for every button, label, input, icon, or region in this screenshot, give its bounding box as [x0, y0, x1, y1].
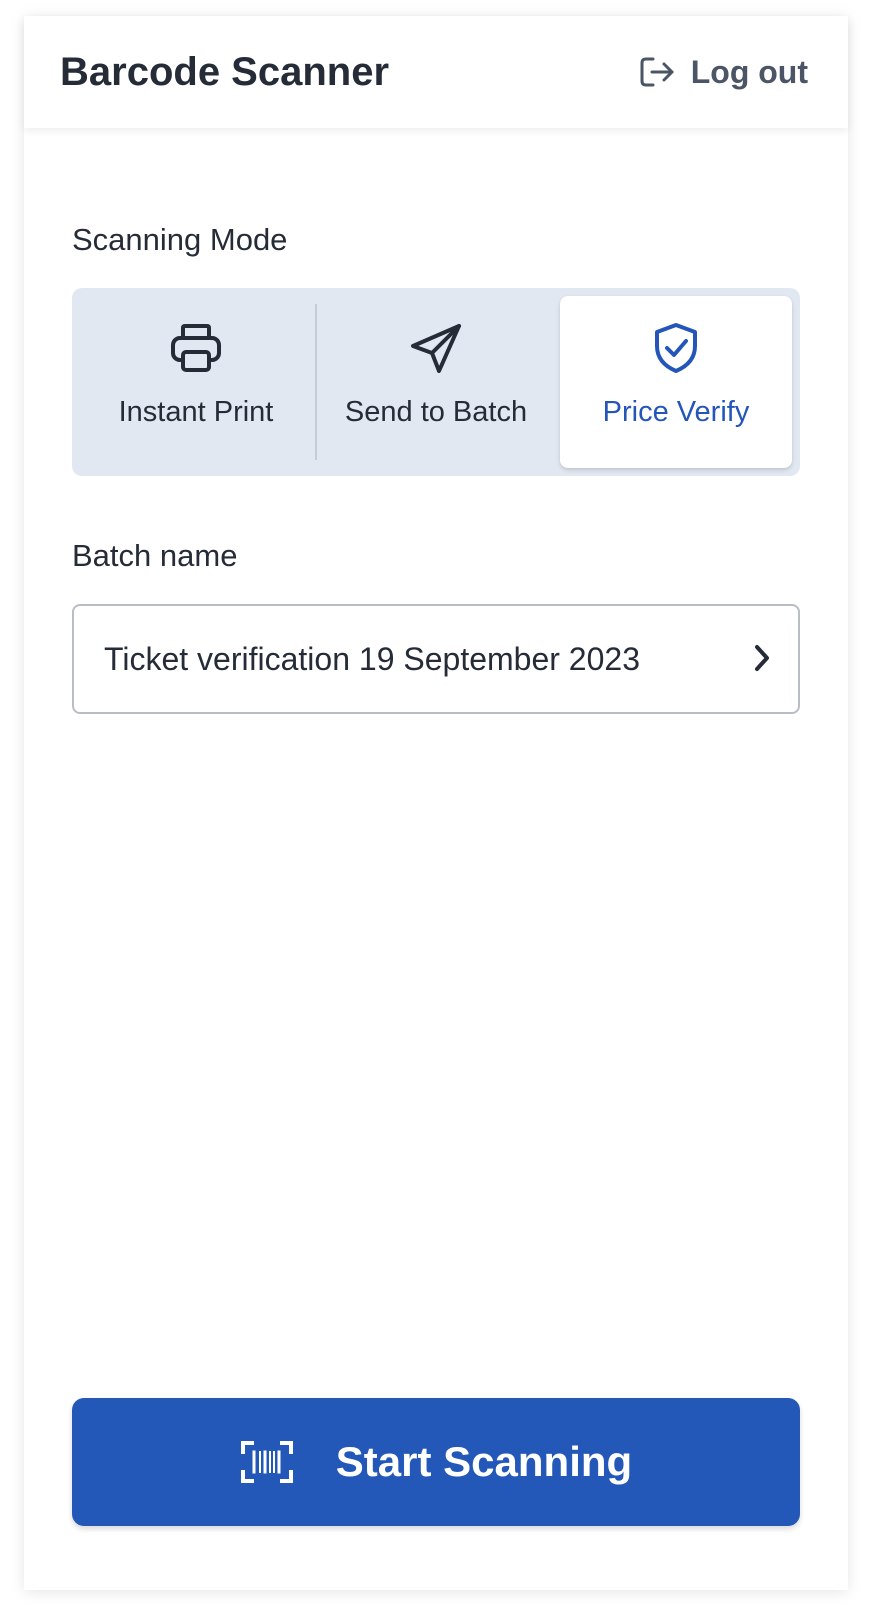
start-scanning-label: Start Scanning: [335, 1438, 633, 1485]
logout-arrow-icon: [640, 57, 674, 87]
printer-icon: [171, 324, 221, 372]
chevron-right-icon: [755, 645, 769, 671]
app-title: Barcode Scanner: [60, 50, 390, 94]
start-scanning-button[interactable]: Start Scanning: [72, 1398, 800, 1526]
logout-label: Log out: [690, 53, 808, 90]
logout-button[interactable]: Log out: [639, 54, 808, 90]
batch-name-selector[interactable]: Ticket verification 19 September 2023: [72, 604, 800, 714]
mode-option-send-to-batch[interactable]: Send to Batch: [320, 296, 552, 468]
scanning-mode-selector: Instant Print Send to Batch Price Verify: [72, 288, 800, 476]
scanning-mode-label: Scanning Mode: [72, 222, 288, 257]
batch-name-label: Batch name: [72, 538, 238, 573]
app-header: Barcode Scanner Log out: [24, 16, 848, 128]
batch-name-value: Ticket verification 19 September 2023: [104, 641, 640, 677]
mode-option-label: Send to Batch: [344, 396, 528, 428]
shield-check-icon: [655, 323, 697, 373]
segment-divider: [315, 304, 317, 460]
barcode-scan-icon: [240, 1441, 293, 1483]
app-window: Barcode Scanner Log out Scanning Mode In…: [24, 16, 848, 1590]
paper-plane-icon: [411, 324, 461, 373]
mode-option-instant-print[interactable]: Instant Print: [80, 296, 312, 468]
mode-option-label: Price Verify: [602, 396, 750, 428]
mode-option-price-verify[interactable]: Price Verify: [560, 296, 792, 468]
mode-option-label: Instant Print: [118, 396, 274, 428]
